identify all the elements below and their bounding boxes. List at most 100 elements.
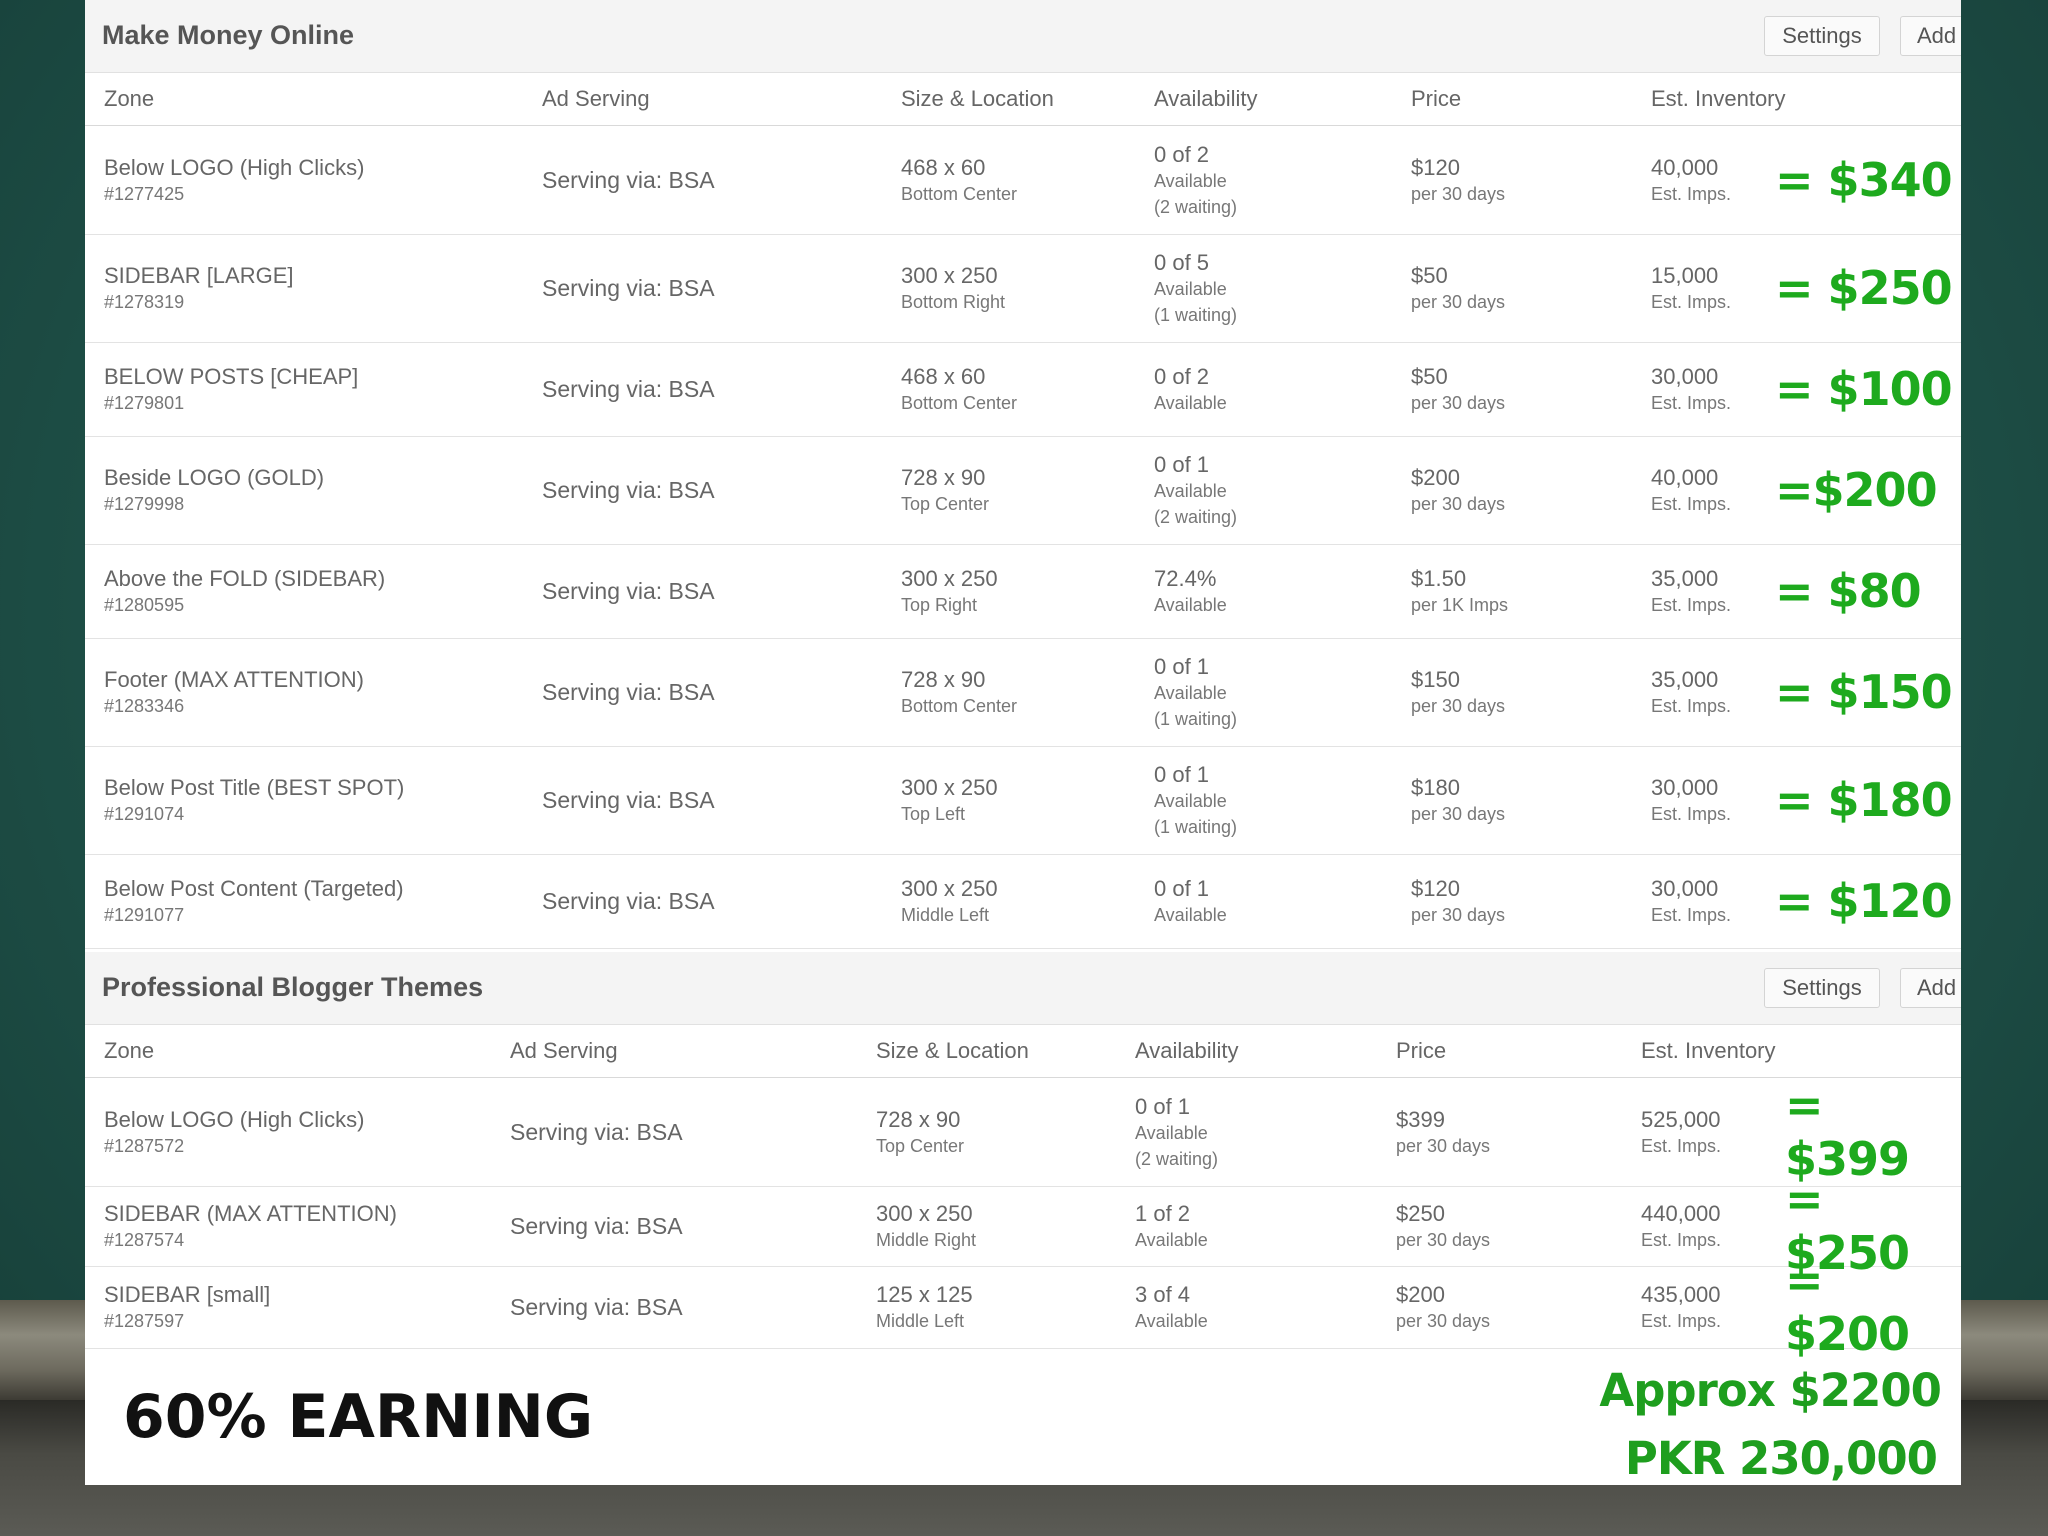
price-value: $120	[1411, 154, 1460, 180]
settings-button[interactable]: Settings	[1764, 968, 1880, 1008]
availability-count: 0 of 1	[1154, 761, 1210, 787]
price-value: $1.50	[1411, 565, 1467, 591]
settings-button[interactable]: Settings	[1764, 16, 1880, 56]
waiting-count: (2 waiting)	[1154, 506, 1238, 527]
availability-cell: 0 of 1 Available (1 waiting)	[1154, 746, 1237, 854]
inventory-unit: Est. Imps.	[1651, 904, 1732, 925]
inventory-unit: Est. Imps.	[1651, 803, 1732, 824]
ad-serving-cell: Serving via: BSA	[542, 342, 715, 436]
availability-cell: 0 of 2 Available (2 waiting)	[1154, 126, 1237, 234]
availability-cell: 0 of 1 Available	[1154, 854, 1227, 948]
ad-location: Top Right	[901, 594, 978, 615]
availability-status: Available	[1135, 1310, 1208, 1331]
ad-size: 468 x 60	[901, 363, 986, 389]
price-period: per 30 days	[1411, 803, 1506, 824]
price-period: per 30 days	[1411, 493, 1506, 514]
inventory-value: 440,000	[1641, 1200, 1721, 1226]
price-cell: $120 per 30 days	[1411, 126, 1505, 234]
ad-location: Middle Left	[876, 1310, 965, 1331]
col-est-inventory-header[interactable]: Est. Inventory	[1651, 86, 1786, 112]
add-button[interactable]: Add	[1900, 16, 1961, 56]
ad-size: 125 x 125	[876, 1281, 973, 1307]
add-button[interactable]: Add	[1900, 968, 1961, 1008]
availability-count: 72.4%	[1154, 565, 1217, 591]
price-value: $399	[1396, 1106, 1445, 1132]
zone-name[interactable]: Above the FOLD (SIDEBAR)	[104, 565, 385, 592]
price-value: $200	[1411, 464, 1460, 490]
availability-count: 0 of 1	[1154, 451, 1210, 477]
col-availability-header[interactable]: Availability	[1154, 86, 1258, 112]
inventory-unit: Est. Imps.	[1651, 183, 1732, 204]
col-price-header[interactable]: Price	[1396, 1038, 1446, 1064]
zone-name[interactable]: SIDEBAR [LARGE]	[104, 262, 294, 289]
ad-serving-text: Serving via: BSA	[510, 1118, 683, 1145]
price-cell: $399 per 30 days	[1396, 1078, 1490, 1186]
table-row: BELOW POSTS [CHEAP] #1279801 Serving via: …	[85, 342, 1961, 437]
col-size-location-header[interactable]: Size & Location	[901, 86, 1054, 112]
table-header: Zone Ad Serving Size & Location Availabilit…	[85, 1025, 1961, 1078]
col-size-location-header[interactable]: Size & Location	[876, 1038, 1029, 1064]
zone-name[interactable]: Below Post Title (BEST SPOT)	[104, 774, 404, 801]
availability-status: Available	[1135, 1229, 1208, 1250]
availability-status: Available	[1154, 170, 1227, 191]
inventory-value: 40,000	[1651, 464, 1719, 490]
earning-annotation: = $100	[1775, 362, 1953, 416]
zone-name[interactable]: Below Post Content (Targeted)	[104, 875, 404, 902]
earning-annotation: = $200	[1785, 1253, 1910, 1361]
table-row: Below LOGO (High Clicks) #1277425 Serving …	[85, 126, 1961, 235]
inventory-cell: 525,000 Est. Imps.	[1641, 1078, 1721, 1186]
size-location-cell: 728 x 90 Bottom Center	[901, 638, 1017, 746]
zone-cell: Beside LOGO (GOLD) #1279998	[104, 436, 324, 544]
zone-id: #1280595	[104, 594, 185, 615]
earning-annotation: = $399	[1785, 1078, 1910, 1186]
availability-count: 0 of 1	[1135, 1093, 1191, 1119]
price-period: per 30 days	[1411, 291, 1506, 312]
availability-status: Available	[1154, 682, 1227, 703]
ad-size: 300 x 250	[901, 774, 998, 800]
zone-name[interactable]: Below LOGO (High Clicks)	[104, 1106, 364, 1133]
price-period: per 30 days	[1411, 183, 1506, 204]
ad-location: Middle Right	[876, 1229, 977, 1250]
zone-name[interactable]: SIDEBAR [small]	[104, 1281, 270, 1308]
size-location-cell: 728 x 90 Top Center	[876, 1078, 964, 1186]
inventory-cell: 40,000 Est. Imps.	[1651, 126, 1731, 234]
table-row: Beside LOGO (GOLD) #1279998 Serving via: B…	[85, 436, 1961, 545]
col-ad-serving-header[interactable]: Ad Serving	[542, 86, 650, 112]
col-availability-header[interactable]: Availability	[1135, 1038, 1239, 1064]
earning-annotation: =$200	[1775, 463, 1938, 517]
zone-name[interactable]: BELOW POSTS [CHEAP]	[104, 363, 358, 390]
col-zone-header[interactable]: Zone	[104, 86, 154, 112]
inventory-value: 40,000	[1651, 154, 1719, 180]
zone-name[interactable]: Beside LOGO (GOLD)	[104, 464, 324, 491]
earning-annotation: = $150	[1775, 665, 1953, 719]
ad-serving-cell: Serving via: BSA	[542, 746, 715, 854]
col-zone-header[interactable]: Zone	[104, 1038, 154, 1064]
availability-cell: 1 of 2 Available	[1135, 1186, 1208, 1266]
price-value: $50	[1411, 363, 1448, 389]
ad-serving-cell: Serving via: BSA	[510, 1078, 683, 1186]
price-cell: $50 per 30 days	[1411, 342, 1505, 436]
col-price-header[interactable]: Price	[1411, 86, 1461, 112]
availability-count: 0 of 1	[1154, 653, 1210, 679]
col-ad-serving-header[interactable]: Ad Serving	[510, 1038, 618, 1064]
size-location-cell: 300 x 250 Top Right	[901, 544, 998, 638]
inventory-unit: Est. Imps.	[1641, 1135, 1722, 1156]
size-location-cell: 468 x 60 Bottom Center	[901, 126, 1017, 234]
waiting-count: (1 waiting)	[1154, 816, 1238, 837]
waiting-count: (1 waiting)	[1154, 304, 1238, 325]
table-row: Below LOGO (High Clicks) #1287572 Serving …	[85, 1078, 1961, 1187]
ad-location: Top Center	[901, 493, 990, 514]
availability-cell: 72.4% Available	[1154, 544, 1227, 638]
ad-serving-cell: Serving via: BSA	[542, 436, 715, 544]
col-est-inventory-header[interactable]: Est. Inventory	[1641, 1038, 1776, 1064]
availability-cell: 0 of 1 Available (2 waiting)	[1154, 436, 1237, 544]
inventory-value: 30,000	[1651, 774, 1719, 800]
ad-location: Bottom Center	[901, 392, 1018, 413]
zone-name[interactable]: Footer (MAX ATTENTION)	[104, 666, 364, 693]
price-period: per 1K Imps	[1411, 594, 1509, 615]
zone-name[interactable]: SIDEBAR (MAX ATTENTION)	[104, 1200, 397, 1227]
inventory-cell: 30,000 Est. Imps.	[1651, 342, 1731, 436]
inventory-value: 30,000	[1651, 363, 1719, 389]
zone-name[interactable]: Below LOGO (High Clicks)	[104, 154, 364, 181]
size-location-cell: 300 x 250 Bottom Right	[901, 234, 1005, 342]
